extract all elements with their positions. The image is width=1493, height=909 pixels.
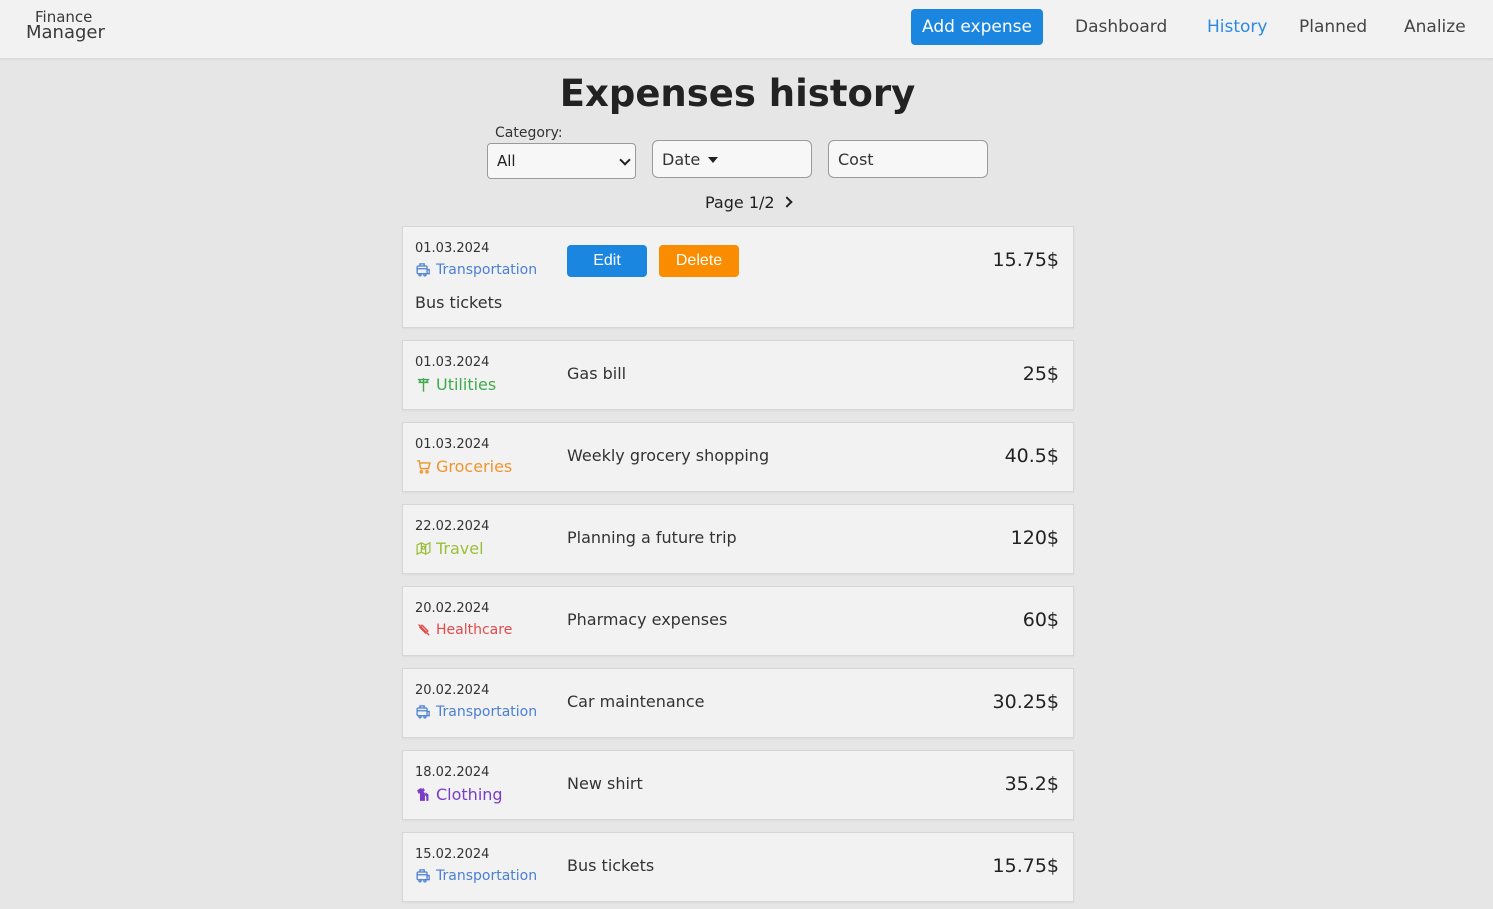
top-navbar: Finance Manager Add expense Dashboard Hi… bbox=[0, 0, 1493, 59]
expense-category-label: Clothing bbox=[436, 785, 503, 804]
expense-description: Gas bill bbox=[567, 364, 627, 383]
cost-sort-button[interactable]: Cost bbox=[828, 140, 988, 178]
date-sort-label: Date bbox=[662, 149, 701, 169]
chevron-right-icon[interactable] bbox=[780, 196, 793, 208]
expense-category: Transportation bbox=[415, 261, 537, 278]
expense-category-label: Transportation bbox=[436, 703, 538, 720]
expense-description: New shirt bbox=[567, 774, 643, 793]
utility-pole-icon bbox=[415, 376, 436, 393]
expense-card[interactable]: 01.03.2024 Utilities Gas bill 25$ bbox=[402, 340, 1074, 410]
expense-amount: 15.75$ bbox=[992, 855, 1059, 877]
expense-category: Groceries bbox=[415, 457, 512, 476]
expense-amount: 40.5$ bbox=[1004, 445, 1059, 467]
expense-card[interactable]: 20.02.2024 Transportation Car maintenance 3… bbox=[402, 668, 1074, 738]
expense-amount: 120$ bbox=[1010, 527, 1059, 549]
bus-icon bbox=[415, 867, 436, 884]
expense-card[interactable]: 18.02.2024 Clothing New shirt 35.2$ bbox=[402, 750, 1074, 820]
expense-date: 18.02.2024 bbox=[415, 765, 490, 780]
expense-description: Weekly grocery shopping bbox=[567, 446, 770, 465]
nav-dashboard[interactable]: Dashboard bbox=[1075, 17, 1167, 37]
expense-category-label: Travel bbox=[436, 539, 484, 558]
expense-category: Transportation bbox=[415, 703, 537, 720]
date-sort-button[interactable]: Date bbox=[652, 140, 812, 178]
bus-icon bbox=[415, 261, 436, 278]
page-indicator: Page 1/2 bbox=[705, 192, 775, 212]
caret-down-icon bbox=[708, 156, 719, 163]
expense-card[interactable]: 01.03.2024 Transportation Bus tickets Edit D… bbox=[402, 226, 1074, 328]
cost-sort-label: Cost bbox=[838, 149, 874, 169]
expense-card[interactable]: 20.02.2024 Healthcare Pharmacy expenses 60$ bbox=[402, 586, 1074, 656]
expense-card[interactable]: 15.02.2024 Transportation Bus tickets 15.75… bbox=[402, 832, 1074, 902]
syringe-icon bbox=[415, 621, 436, 638]
expense-description: Planning a future trip bbox=[567, 528, 737, 547]
delete-button[interactable]: Delete bbox=[659, 245, 739, 277]
expense-date: 01.03.2024 bbox=[415, 355, 490, 370]
expense-date: 22.02.2024 bbox=[415, 519, 490, 534]
expense-category-label: Transportation bbox=[436, 867, 538, 884]
expense-category-label: Groceries bbox=[436, 457, 513, 476]
expense-amount: 35.2$ bbox=[1004, 773, 1059, 795]
expense-description: Bus tickets bbox=[567, 856, 655, 875]
expense-category-label: Transportation bbox=[436, 261, 538, 278]
nav-history[interactable]: History bbox=[1207, 17, 1267, 37]
category-select-value: All bbox=[497, 152, 516, 170]
expense-description: Pharmacy expenses bbox=[567, 610, 728, 629]
expense-date: 01.03.2024 bbox=[415, 241, 490, 256]
expense-category: Healthcare bbox=[415, 621, 512, 638]
nav-planned[interactable]: Planned bbox=[1299, 17, 1367, 37]
expense-category: Clothing bbox=[415, 785, 503, 804]
expense-amount: 15.75$ bbox=[992, 249, 1059, 271]
category-label: Category: bbox=[495, 125, 563, 141]
nav-analize[interactable]: Analize bbox=[1404, 17, 1466, 37]
map-icon bbox=[415, 540, 436, 557]
expense-date: 20.02.2024 bbox=[415, 683, 490, 698]
expense-description: Car maintenance bbox=[567, 692, 705, 711]
expense-description: Bus tickets bbox=[415, 293, 503, 312]
bus-icon bbox=[415, 703, 436, 720]
app-logo[interactable]: Finance Manager bbox=[26, 10, 105, 43]
expense-card[interactable]: 01.03.2024 Groceries Weekly grocery shoppi… bbox=[402, 422, 1074, 492]
expense-date: 15.02.2024 bbox=[415, 847, 490, 862]
add-expense-button[interactable]: Add expense bbox=[911, 9, 1043, 45]
expense-date: 20.02.2024 bbox=[415, 601, 490, 616]
expense-category-label: Utilities bbox=[436, 375, 497, 394]
expense-card[interactable]: 22.02.2024 Travel Planning a future trip 12… bbox=[402, 504, 1074, 574]
chevron-down-icon bbox=[619, 154, 631, 166]
expense-category-label: Healthcare bbox=[436, 621, 513, 638]
expense-amount: 60$ bbox=[1022, 609, 1059, 631]
expense-category: Travel bbox=[415, 539, 484, 558]
category-select[interactable]: All bbox=[487, 143, 636, 179]
page-title: Expenses history bbox=[559, 72, 916, 115]
cart-icon bbox=[415, 458, 436, 475]
expense-date: 01.03.2024 bbox=[415, 437, 490, 452]
edit-button[interactable]: Edit bbox=[567, 245, 647, 277]
expense-amount: 30.25$ bbox=[992, 691, 1059, 713]
expense-category: Transportation bbox=[415, 867, 537, 884]
shirt-icon bbox=[415, 786, 436, 803]
expense-amount: 25$ bbox=[1022, 363, 1059, 385]
expense-category: Utilities bbox=[415, 375, 496, 394]
pagination: Page 1/2 bbox=[705, 191, 793, 213]
logo-line-2: Manager bbox=[26, 22, 105, 43]
